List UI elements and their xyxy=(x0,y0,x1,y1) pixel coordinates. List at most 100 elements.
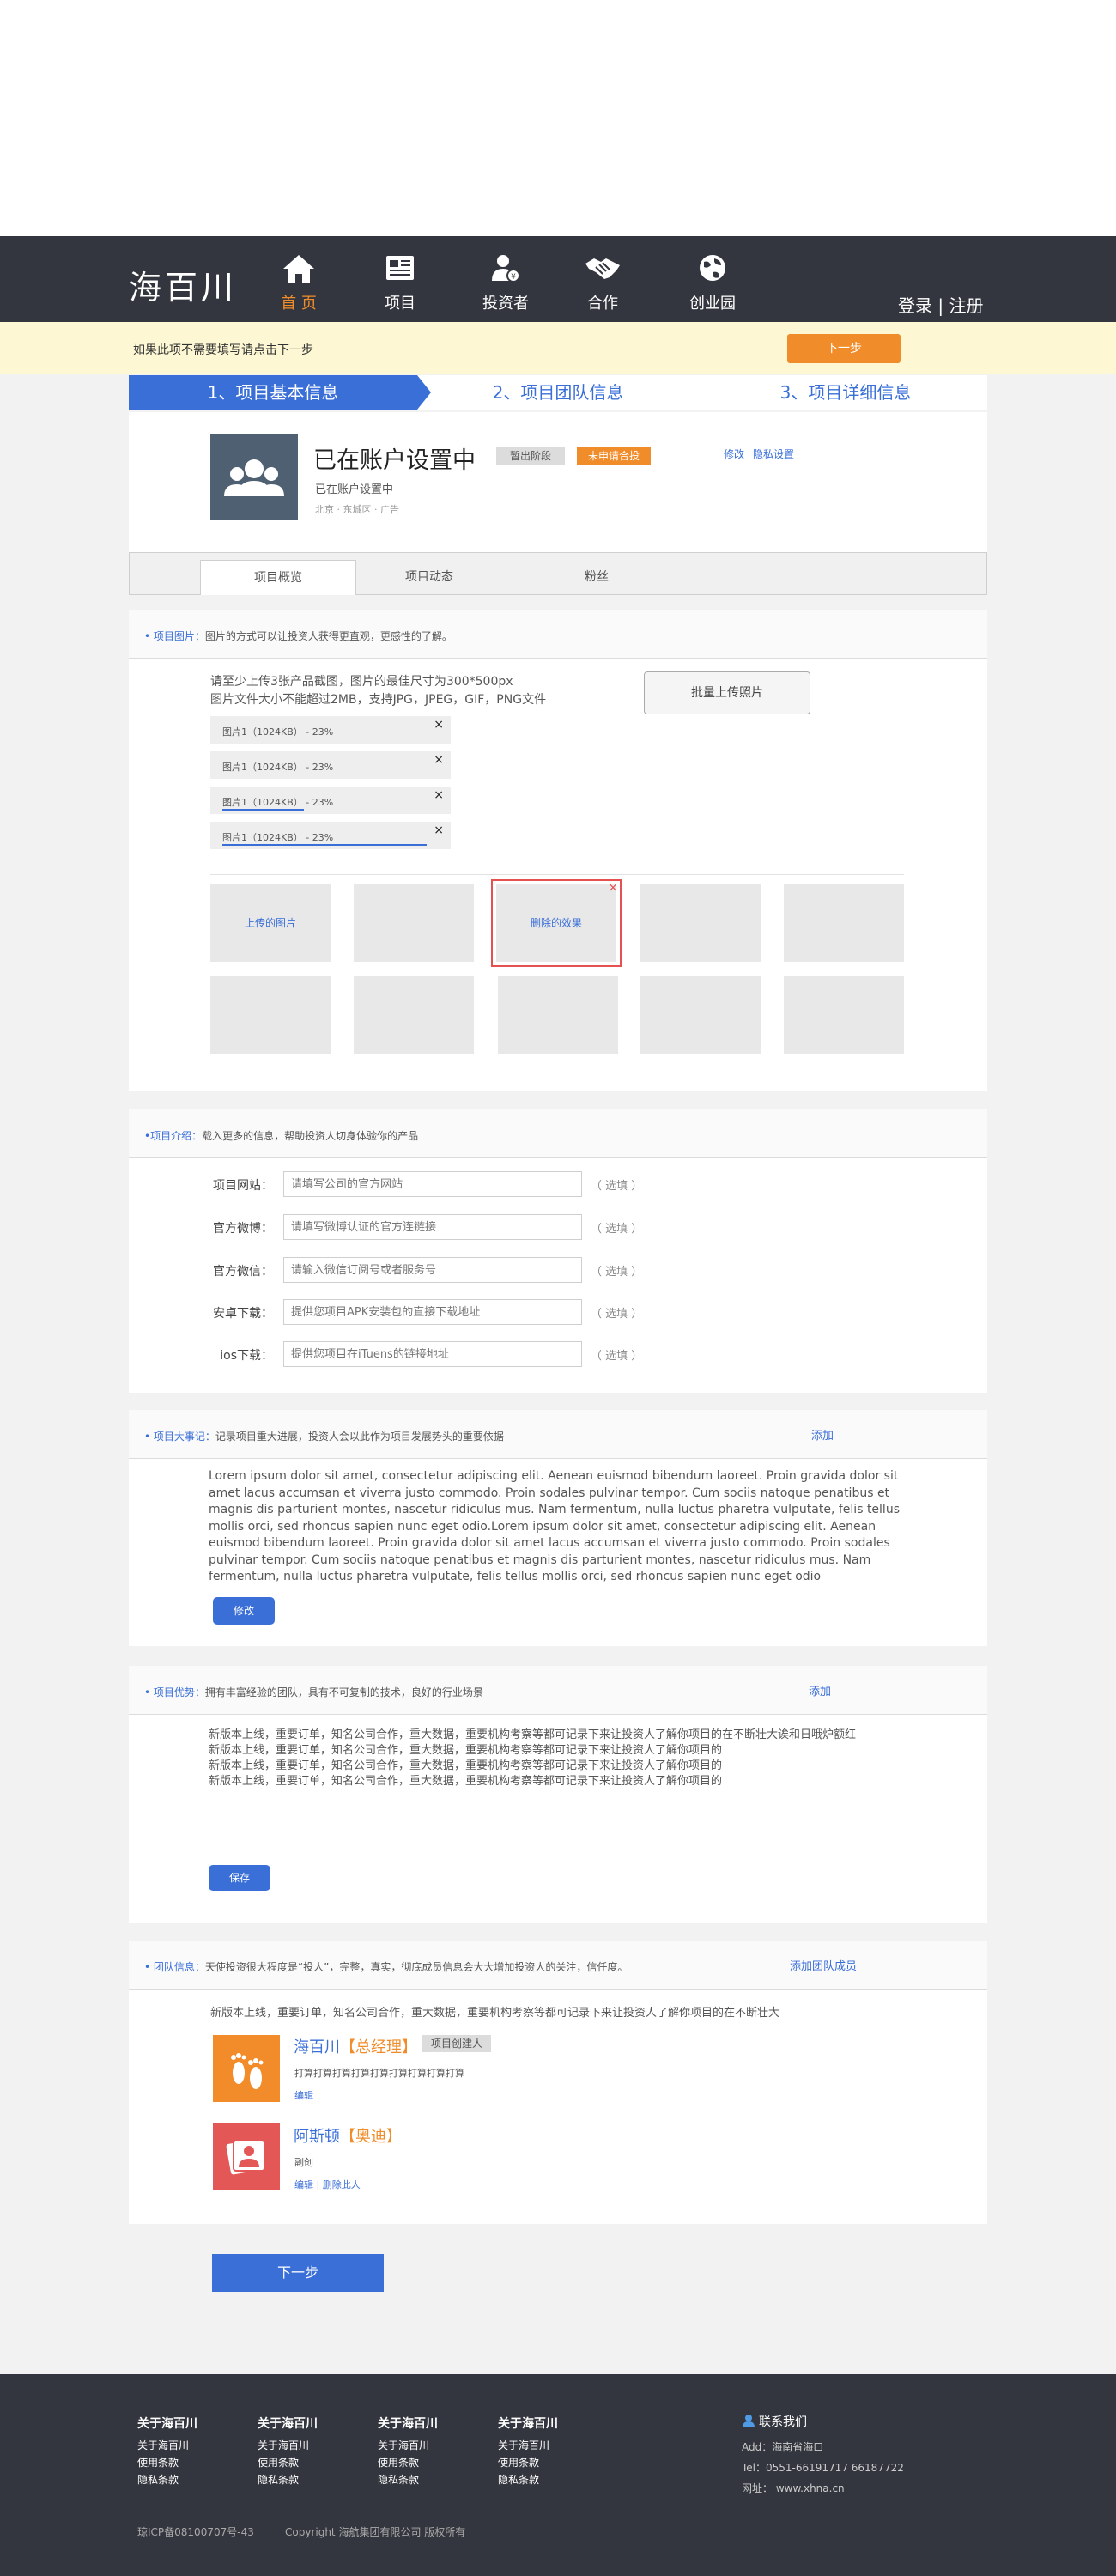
close-icon[interactable]: × xyxy=(434,753,444,767)
wechat-input[interactable] xyxy=(283,1257,582,1283)
icp-number: 琼ICP备08100707号-43 xyxy=(137,2526,254,2538)
step-2[interactable]: 2、项目团队信息 xyxy=(429,375,687,410)
footer-link[interactable]: 关于海百川 xyxy=(258,2437,318,2454)
close-icon[interactable]: × xyxy=(434,718,444,732)
upload-item-label: 图片1（1024KB） - 23% xyxy=(222,832,334,843)
field-label-ios: ios下载： xyxy=(220,1349,273,1363)
nav-item-cooperation[interactable]: 合作 xyxy=(564,253,641,313)
close-icon[interactable]: × xyxy=(434,788,444,802)
image-thumb[interactable] xyxy=(354,976,474,1054)
events-text: Lorem ipsum dolor sit amet, consectetur … xyxy=(209,1469,900,1583)
add-advantage-link[interactable]: 添加 xyxy=(809,1682,831,1698)
tab-fans[interactable]: 粉丝 xyxy=(532,560,661,594)
image-thumb[interactable]: 上传的图片 xyxy=(210,884,331,962)
home-icon xyxy=(283,255,314,283)
thumb-uploaded-label: 上传的图片 xyxy=(244,917,296,929)
footer-link[interactable]: 使用条款 xyxy=(258,2454,318,2471)
edit-member-link[interactable]: 编辑 xyxy=(294,2179,313,2190)
footer-link[interactable]: 使用条款 xyxy=(378,2454,438,2471)
nav-item-projects[interactable]: 项目 xyxy=(361,253,439,313)
events-section-title: • 项目大事记： xyxy=(144,1431,215,1443)
image-thumb[interactable] xyxy=(354,884,474,962)
step-3[interactable]: 3、项目详细信息 xyxy=(713,375,979,410)
add-team-member-link[interactable]: 添加团队成员 xyxy=(790,1957,857,1973)
tab-updates[interactable]: 项目动态 xyxy=(361,560,498,594)
notice-next-button[interactable]: 下一步 xyxy=(787,334,901,363)
profile-title: 已在账户设置中 xyxy=(313,447,476,474)
footer-link[interactable]: 使用条款 xyxy=(137,2454,197,2471)
upload-item: 图片1（1024KB） - 23% × xyxy=(210,787,451,814)
member-name[interactable]: 阿斯顿 xyxy=(294,2128,340,2146)
team-section-heading: • 团队信息：天使投资很大程度是“投人”，完整，真实，彻底成员信息会大大增加投资… xyxy=(144,1958,628,1974)
nav-label-incubator: 创业园 xyxy=(689,295,736,313)
footprint-icon xyxy=(231,2053,264,2089)
tab-overview[interactable]: 项目概览 xyxy=(200,560,356,595)
notice-text: 如果此项不需要填写请点击下一步 xyxy=(133,343,313,357)
footer-column-head: 关于海百川 xyxy=(498,2417,558,2431)
image-thumb[interactable] xyxy=(640,976,761,1054)
close-icon[interactable]: × xyxy=(434,823,444,837)
nav-item-investors[interactable]: ¥ 投资者 xyxy=(467,253,544,313)
close-icon[interactable]: × xyxy=(608,881,618,895)
footer-column: 关于海百川 关于海百川 使用条款 隐私条款 xyxy=(258,2415,318,2488)
save-advantage-button[interactable]: 保存 xyxy=(209,1865,270,1891)
contact-web[interactable]: 网址： www.xhna.cn xyxy=(742,2478,904,2499)
status-badge: 未申请合投 xyxy=(577,447,651,465)
login-link[interactable]: 登录 xyxy=(898,295,932,316)
creator-badge: 项目创建人 xyxy=(422,2035,491,2052)
footer-link[interactable]: 隐私条款 xyxy=(137,2471,197,2488)
contact-address: Add：海南省海口 xyxy=(742,2441,824,2453)
add-event-link[interactable]: 添加 xyxy=(811,1426,834,1443)
footer-link[interactable]: 关于海百川 xyxy=(498,2437,558,2454)
optional-note: （ 选填 ） xyxy=(591,1180,643,1193)
website-input[interactable] xyxy=(283,1171,582,1197)
nav-item-home[interactable]: 首 页 xyxy=(260,253,337,313)
team-section-title: • 团队信息： xyxy=(144,1961,205,1973)
upload-instructions-2: 图片文件大小不能超过2MB，支持JPG，JPEG，GIF，PNG文件 xyxy=(210,693,547,707)
image-thumb[interactable] xyxy=(640,884,761,962)
stage-badge: 暂出阶段 xyxy=(496,447,565,465)
globe-icon xyxy=(700,255,725,281)
advantage-line: 新版本上线，重要订单，知名公司合作，重大数据，重要机构考察等都可记录下来让投资人… xyxy=(209,1744,723,1757)
image-thumb-delete-hover[interactable]: 删除的效果 × xyxy=(491,879,622,967)
android-download-input[interactable] xyxy=(283,1299,582,1325)
image-thumb[interactable] xyxy=(498,976,618,1054)
optional-note: （ 选填 ） xyxy=(591,1223,643,1236)
weibo-input[interactable] xyxy=(283,1214,582,1240)
top-blank-area xyxy=(0,0,1116,236)
upload-item: 图片1（1024KB） - 23% × xyxy=(210,822,451,849)
batch-upload-button[interactable]: 批量上传照片 xyxy=(644,671,810,714)
delete-member-link[interactable]: 删除此人 xyxy=(323,2179,361,2190)
nav-item-incubator[interactable]: 创业园 xyxy=(674,253,751,313)
contact-tel: Tel：0551-66191717 66187722 xyxy=(742,2462,904,2474)
ios-download-input[interactable] xyxy=(283,1341,582,1367)
upload-progress-bar xyxy=(222,809,304,811)
member-desc: 打算打算打算打算打算打算打算打算打算 xyxy=(294,2068,464,2079)
upload-item: 图片1（1024KB） - 23% × xyxy=(210,751,451,779)
footer-link[interactable]: 关于海百川 xyxy=(378,2437,438,2454)
image-thumb[interactable] xyxy=(784,884,904,962)
image-thumb[interactable] xyxy=(784,976,904,1054)
edit-profile-link[interactable]: 修改 xyxy=(724,447,744,461)
edit-member-link[interactable]: 编辑 xyxy=(294,2088,313,2102)
upload-item: 图片1（1024KB） - 23% × xyxy=(210,716,451,744)
footer-link[interactable]: 关于海百川 xyxy=(137,2437,197,2454)
member-name[interactable]: 海百川 xyxy=(294,2038,340,2057)
step-1[interactable]: 1、项目基本信息 xyxy=(129,375,417,410)
advantage-text: 新版本上线，重要订单，知名公司合作，重大数据，重要机构考察等都可记录下来让投资人… xyxy=(209,1728,947,1789)
footer-link[interactable]: 隐私条款 xyxy=(258,2471,318,2488)
image-thumb[interactable] xyxy=(210,976,331,1054)
footer-link[interactable]: 隐私条款 xyxy=(378,2471,438,2488)
upload-instructions-1: 请至少上传3张产品截图，图片的最佳尺寸为300*500px xyxy=(210,675,513,689)
edit-events-button[interactable]: 修改 xyxy=(213,1597,275,1625)
member-actions: 编辑 | 删除此人 xyxy=(294,2178,361,2191)
register-link[interactable]: 注册 xyxy=(949,295,983,316)
footer-link[interactable]: 隐私条款 xyxy=(498,2471,558,2488)
privacy-settings-link[interactable]: 隐私设置 xyxy=(753,447,794,461)
next-step-button[interactable]: 下一步 xyxy=(212,2254,384,2292)
action-separator: | xyxy=(316,2179,320,2190)
images-section-desc: 图片的方式可以让投资人获得更直观，更感性的了解。 xyxy=(204,630,452,642)
footer-link[interactable]: 使用条款 xyxy=(498,2454,558,2471)
footer-contact: 联系我们 Add：海南省海口 Tel：0551-66191717 6618772… xyxy=(742,2413,904,2499)
site-logo[interactable]: 海百川 xyxy=(129,269,237,307)
